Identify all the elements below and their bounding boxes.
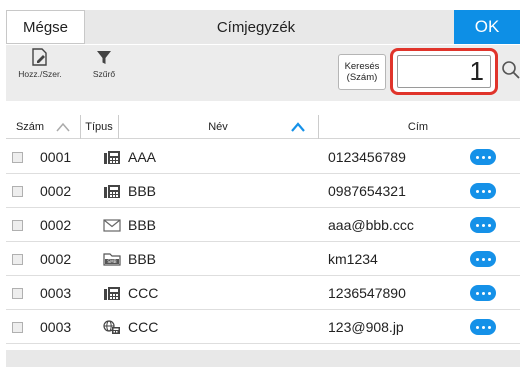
column-name-label: Név [208,121,228,133]
table-row[interactable]: 0002 SMB BBB km1234 [6,242,520,276]
details-button[interactable] [470,285,496,301]
table-row[interactable]: 0002 BBB 0987654321 [6,174,520,208]
add-edit-button[interactable]: Hozz./Szer. [10,47,70,93]
details-button[interactable] [470,251,496,267]
ok-button[interactable]: OK [454,10,520,44]
details-button[interactable] [470,319,496,335]
row-name: BBB [128,251,157,267]
fax-icon [104,287,120,300]
filter-label: Szűrő [92,69,116,79]
edit-document-icon [32,48,47,66]
table-row[interactable]: 0001 AAA 0123456789 [6,140,520,174]
row-number: 0001 [40,149,72,165]
row-name: BBB [128,183,157,199]
search-icon[interactable] [501,60,521,80]
search-input[interactable] [397,55,491,88]
row-name: CCC [128,285,159,301]
cancel-button[interactable]: Mégse [6,10,85,44]
column-address-label: Cím [407,121,429,133]
table-row[interactable]: 0003 CCC 1236547890 [6,276,520,310]
page-title: Címjegyzék [216,18,296,36]
search-highlight [390,48,498,95]
smb-icon: SMB [103,253,121,266]
column-headers: Szám Típus Név Cím [6,115,520,139]
row-checkbox[interactable] [12,220,23,231]
filter-icon [97,51,111,64]
row-address: 0987654321 [328,183,406,199]
search-type-button[interactable]: Keresés (Szám) [338,54,386,90]
bottom-bar [6,350,520,367]
column-number-label: Szám [15,121,45,133]
row-checkbox[interactable] [12,186,23,197]
row-address: 1236547890 [328,285,406,301]
details-button[interactable] [470,149,496,165]
row-number: 0003 [40,319,72,335]
row-name: CCC [128,319,159,335]
column-number-header[interactable]: Szám [10,115,50,139]
filter-button[interactable]: Szűrő [74,47,134,93]
details-button[interactable] [470,217,496,233]
fax-icon [104,185,120,198]
details-button[interactable] [470,183,496,199]
row-name: BBB [128,217,157,233]
column-type-label: Típus [85,121,113,133]
row-name: AAA [128,149,157,165]
ifax-icon [103,320,120,334]
row-address: 123@908.jp [328,319,404,335]
table-row[interactable]: 0003 CCC 123@908.jp [6,310,520,344]
row-checkbox[interactable] [12,288,23,299]
column-name-header[interactable]: Név [118,115,318,139]
row-number: 0002 [40,251,72,267]
email-icon [103,219,121,232]
row-address: km1234 [328,251,378,267]
sort-asc-active-icon [291,122,305,132]
row-number: 0002 [40,183,72,199]
row-address: 0123456789 [328,149,406,165]
column-type-header[interactable]: Típus [80,115,118,139]
column-address-header[interactable]: Cím [318,115,518,139]
row-checkbox[interactable] [12,152,23,163]
svg-text:SMB: SMB [107,259,116,264]
row-address: aaa@bbb.ccc [328,217,414,233]
add-edit-label: Hozz./Szer. [18,69,62,79]
row-number: 0003 [40,285,72,301]
row-checkbox[interactable] [12,322,23,333]
table-row[interactable]: 0002 BBB aaa@bbb.ccc [6,208,520,242]
row-checkbox[interactable] [12,254,23,265]
fax-icon [104,151,120,164]
sort-asc-icon [56,122,70,132]
row-number: 0002 [40,217,72,233]
